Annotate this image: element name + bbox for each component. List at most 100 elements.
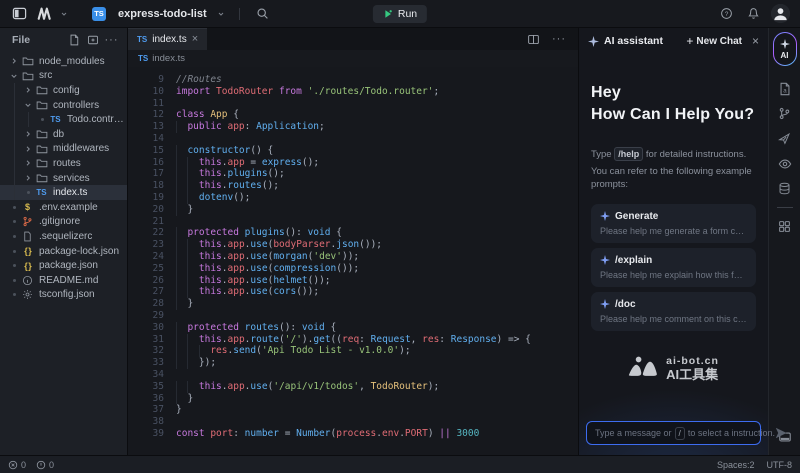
- tree-item-tsconfig-json[interactable]: tsconfig.json: [0, 288, 127, 303]
- logo-chevron-down-icon[interactable]: [60, 5, 68, 23]
- prompt-card-generate[interactable]: GeneratePlease help me generate a form c…: [591, 204, 756, 243]
- encoding-setting[interactable]: UTF-8: [767, 460, 793, 470]
- docs-icon[interactable]: a: [774, 78, 796, 100]
- code-token: //Routes: [176, 74, 222, 85]
- code-text[interactable]: this.app.use(compression());: [176, 263, 359, 275]
- code-text[interactable]: //Routes: [176, 74, 222, 86]
- tree-item-middlewares[interactable]: middlewares: [0, 142, 127, 157]
- user-avatar[interactable]: [771, 4, 790, 23]
- send-message-icon[interactable]: [775, 427, 787, 439]
- code-text[interactable]: [176, 416, 182, 428]
- chevron-right-icon[interactable]: [8, 57, 20, 65]
- tab-index-ts[interactable]: TS index.ts ×: [128, 28, 207, 50]
- warnings-indicator[interactable]: 0: [36, 460, 54, 470]
- code-text[interactable]: this.app.use(cors());: [176, 286, 319, 298]
- new-folder-icon[interactable]: [85, 33, 100, 48]
- code-text[interactable]: this.plugins();: [176, 168, 285, 180]
- notifications-bell-icon[interactable]: [744, 5, 762, 23]
- code-text[interactable]: [176, 133, 182, 145]
- code-token: );: [399, 345, 410, 356]
- code-text[interactable]: import TodoRouter from './routes/Todo.ro…: [176, 86, 439, 98]
- code-text[interactable]: dotenv();: [176, 192, 250, 204]
- tree-item-readme-md[interactable]: README.md: [0, 273, 127, 288]
- code-text[interactable]: this.app.use(bodyParser.json());: [176, 239, 382, 251]
- code-text[interactable]: this.app.use('/api/v1/todos', TodoRouter…: [176, 381, 439, 393]
- code-text[interactable]: constructor() {: [176, 145, 273, 157]
- tree-item-label: src: [39, 70, 52, 81]
- code-token: ;: [319, 121, 325, 132]
- code-token: () {: [250, 145, 273, 156]
- help-icon[interactable]: ?: [717, 5, 735, 23]
- code-text[interactable]: public app: Application;: [176, 121, 325, 133]
- tree-item-gitignore[interactable]: .gitignore: [0, 215, 127, 230]
- indentation-setting[interactable]: Spaces:2: [717, 460, 755, 470]
- chevron-right-icon[interactable]: [22, 159, 34, 167]
- code-text[interactable]: }: [176, 298, 193, 310]
- code-text[interactable]: res.send('Api Todo List - v1.0.0');: [176, 345, 411, 357]
- chat-message-input[interactable]: Type a message or / to select a instruct…: [586, 421, 761, 445]
- ai-panel-close-icon[interactable]: ×: [752, 34, 759, 48]
- code-text[interactable]: }: [176, 204, 193, 216]
- split-editor-icon[interactable]: [524, 30, 542, 48]
- chevron-right-icon[interactable]: [22, 174, 34, 182]
- code-text[interactable]: protected routes(): void {: [176, 322, 336, 334]
- search-icon[interactable]: [254, 5, 272, 23]
- database-icon[interactable]: [774, 178, 796, 200]
- code-text[interactable]: const port: number = Number(process.env.…: [176, 428, 479, 440]
- project-name[interactable]: express-todo-list: [118, 8, 207, 20]
- code-text[interactable]: this.app.use(morgan('dev'));: [176, 251, 359, 263]
- app-logo-icon[interactable]: [36, 7, 52, 20]
- code-text[interactable]: this.app.route('/').get((req: Request, r…: [176, 334, 531, 346]
- sidebar-toggle-icon[interactable]: [10, 5, 28, 23]
- tree-item-config[interactable]: config: [0, 83, 127, 98]
- tree-item-controllers[interactable]: controllers: [0, 98, 127, 113]
- breadcrumb[interactable]: TS index.ts: [128, 50, 578, 67]
- chevron-down-icon[interactable]: [8, 72, 20, 80]
- indent-guide: [187, 345, 198, 357]
- code-text[interactable]: protected plugins(): void {: [176, 227, 342, 239]
- prompt-card-doc[interactable]: /docPlease help me comment on this code.: [591, 292, 756, 331]
- code-text[interactable]: }: [176, 404, 182, 416]
- tree-item-services[interactable]: services: [0, 171, 127, 186]
- prompt-card-explain[interactable]: /explainPlease help me explain how this …: [591, 248, 756, 287]
- editor-more-icon[interactable]: ···: [550, 30, 568, 48]
- code-text[interactable]: [176, 369, 182, 381]
- errors-indicator[interactable]: 0: [8, 460, 26, 470]
- git-branch-icon[interactable]: [774, 103, 796, 125]
- chevron-right-icon[interactable]: [22, 145, 34, 153]
- code-text[interactable]: this.app = express();: [176, 157, 319, 169]
- tab-close-icon[interactable]: ×: [192, 34, 198, 45]
- code-text[interactable]: }: [176, 393, 193, 405]
- code-text[interactable]: [176, 310, 182, 322]
- tree-item-routes[interactable]: routes: [0, 156, 127, 171]
- code-text[interactable]: this.routes();: [176, 180, 279, 192]
- tree-item-index-ts[interactable]: TSindex.ts: [0, 185, 127, 200]
- apps-grid-icon[interactable]: [774, 216, 796, 238]
- code-text[interactable]: [176, 98, 182, 110]
- more-actions-icon[interactable]: ···: [104, 33, 119, 48]
- tree-item-env-example[interactable]: $.env.example: [0, 200, 127, 215]
- code-text[interactable]: class App {: [176, 109, 239, 121]
- tree-item-src[interactable]: src: [0, 69, 127, 84]
- tree-item-sequelizerc[interactable]: .sequelizerc: [0, 229, 127, 244]
- code-text[interactable]: this.app.use(helmet());: [176, 275, 331, 287]
- tree-item-node-modules[interactable]: node_modules: [0, 54, 127, 69]
- eye-icon[interactable]: [774, 153, 796, 175]
- code-editor[interactable]: 9//Routes10import TodoRouter from './rou…: [128, 67, 578, 455]
- code-token: this: [199, 263, 222, 274]
- run-button[interactable]: Run: [373, 5, 427, 23]
- chevron-right-icon[interactable]: [22, 86, 34, 94]
- new-chat-button[interactable]: + New Chat: [686, 35, 742, 47]
- project-chevron-down-icon[interactable]: [217, 5, 225, 23]
- tree-item-package-lock-json[interactable]: { }package-lock.json: [0, 244, 127, 259]
- code-text[interactable]: [176, 216, 182, 228]
- code-text[interactable]: });: [176, 357, 216, 369]
- chevron-down-icon[interactable]: [22, 101, 34, 109]
- new-file-icon[interactable]: [66, 33, 81, 48]
- rocket-icon[interactable]: [774, 128, 796, 150]
- tree-item-db[interactable]: db: [0, 127, 127, 142]
- tree-item-todo-controller-ts[interactable]: TSTodo.controller.ts: [0, 112, 127, 127]
- tree-item-package-json[interactable]: { }package.json: [0, 258, 127, 273]
- chevron-right-icon[interactable]: [22, 130, 34, 138]
- rail-item-ai[interactable]: AI: [773, 32, 797, 66]
